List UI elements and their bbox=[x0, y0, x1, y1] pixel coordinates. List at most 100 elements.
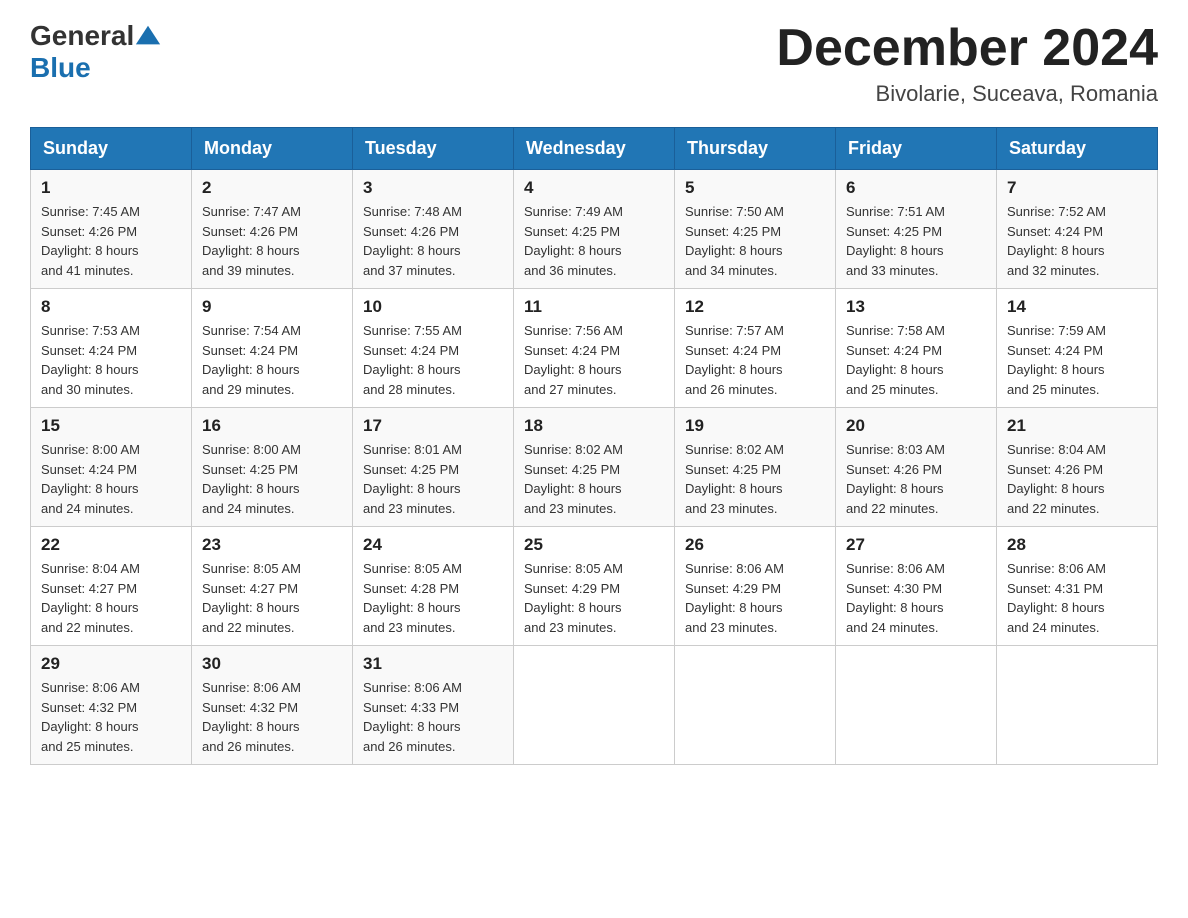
day-info: Sunrise: 8:02 AMSunset: 4:25 PMDaylight:… bbox=[524, 442, 623, 516]
day-info: Sunrise: 7:50 AMSunset: 4:25 PMDaylight:… bbox=[685, 204, 784, 278]
table-row: 2 Sunrise: 7:47 AMSunset: 4:26 PMDayligh… bbox=[192, 170, 353, 289]
day-number: 25 bbox=[524, 535, 664, 555]
day-number: 11 bbox=[524, 297, 664, 317]
day-number: 2 bbox=[202, 178, 342, 198]
col-thursday: Thursday bbox=[675, 128, 836, 170]
location-subtitle: Bivolarie, Suceava, Romania bbox=[776, 81, 1158, 107]
day-info: Sunrise: 8:06 AMSunset: 4:33 PMDaylight:… bbox=[363, 680, 462, 754]
table-row: 26 Sunrise: 8:06 AMSunset: 4:29 PMDaylig… bbox=[675, 527, 836, 646]
day-info: Sunrise: 7:53 AMSunset: 4:24 PMDaylight:… bbox=[41, 323, 140, 397]
day-info: Sunrise: 8:06 AMSunset: 4:30 PMDaylight:… bbox=[846, 561, 945, 635]
day-number: 7 bbox=[1007, 178, 1147, 198]
table-row: 17 Sunrise: 8:01 AMSunset: 4:25 PMDaylig… bbox=[353, 408, 514, 527]
day-info: Sunrise: 8:05 AMSunset: 4:27 PMDaylight:… bbox=[202, 561, 301, 635]
table-row: 5 Sunrise: 7:50 AMSunset: 4:25 PMDayligh… bbox=[675, 170, 836, 289]
day-number: 8 bbox=[41, 297, 181, 317]
table-row: 6 Sunrise: 7:51 AMSunset: 4:25 PMDayligh… bbox=[836, 170, 997, 289]
day-info: Sunrise: 8:06 AMSunset: 4:29 PMDaylight:… bbox=[685, 561, 784, 635]
table-row: 13 Sunrise: 7:58 AMSunset: 4:24 PMDaylig… bbox=[836, 289, 997, 408]
day-number: 6 bbox=[846, 178, 986, 198]
day-info: Sunrise: 7:56 AMSunset: 4:24 PMDaylight:… bbox=[524, 323, 623, 397]
table-row: 14 Sunrise: 7:59 AMSunset: 4:24 PMDaylig… bbox=[997, 289, 1158, 408]
logo-icon bbox=[134, 22, 162, 50]
table-row: 31 Sunrise: 8:06 AMSunset: 4:33 PMDaylig… bbox=[353, 646, 514, 765]
day-info: Sunrise: 8:02 AMSunset: 4:25 PMDaylight:… bbox=[685, 442, 784, 516]
day-info: Sunrise: 7:57 AMSunset: 4:24 PMDaylight:… bbox=[685, 323, 784, 397]
calendar-table: Sunday Monday Tuesday Wednesday Thursday… bbox=[30, 127, 1158, 765]
day-number: 15 bbox=[41, 416, 181, 436]
header-row: Sunday Monday Tuesday Wednesday Thursday… bbox=[31, 128, 1158, 170]
table-row: 15 Sunrise: 8:00 AMSunset: 4:24 PMDaylig… bbox=[31, 408, 192, 527]
calendar-week-row: 8 Sunrise: 7:53 AMSunset: 4:24 PMDayligh… bbox=[31, 289, 1158, 408]
day-number: 9 bbox=[202, 297, 342, 317]
table-row bbox=[997, 646, 1158, 765]
day-number: 16 bbox=[202, 416, 342, 436]
table-row: 16 Sunrise: 8:00 AMSunset: 4:25 PMDaylig… bbox=[192, 408, 353, 527]
logo: General Blue bbox=[30, 20, 162, 84]
day-info: Sunrise: 7:47 AMSunset: 4:26 PMDaylight:… bbox=[202, 204, 301, 278]
day-number: 3 bbox=[363, 178, 503, 198]
table-row: 19 Sunrise: 8:02 AMSunset: 4:25 PMDaylig… bbox=[675, 408, 836, 527]
logo-general: General bbox=[30, 20, 134, 52]
table-row: 18 Sunrise: 8:02 AMSunset: 4:25 PMDaylig… bbox=[514, 408, 675, 527]
day-info: Sunrise: 7:58 AMSunset: 4:24 PMDaylight:… bbox=[846, 323, 945, 397]
table-row: 23 Sunrise: 8:05 AMSunset: 4:27 PMDaylig… bbox=[192, 527, 353, 646]
day-number: 1 bbox=[41, 178, 181, 198]
day-number: 20 bbox=[846, 416, 986, 436]
day-info: Sunrise: 8:06 AMSunset: 4:32 PMDaylight:… bbox=[202, 680, 301, 754]
table-row bbox=[836, 646, 997, 765]
table-row: 12 Sunrise: 7:57 AMSunset: 4:24 PMDaylig… bbox=[675, 289, 836, 408]
col-sunday: Sunday bbox=[31, 128, 192, 170]
day-number: 14 bbox=[1007, 297, 1147, 317]
table-row: 21 Sunrise: 8:04 AMSunset: 4:26 PMDaylig… bbox=[997, 408, 1158, 527]
calendar-week-row: 15 Sunrise: 8:00 AMSunset: 4:24 PMDaylig… bbox=[31, 408, 1158, 527]
col-wednesday: Wednesday bbox=[514, 128, 675, 170]
table-row bbox=[514, 646, 675, 765]
table-row: 20 Sunrise: 8:03 AMSunset: 4:26 PMDaylig… bbox=[836, 408, 997, 527]
day-number: 22 bbox=[41, 535, 181, 555]
table-row bbox=[675, 646, 836, 765]
col-friday: Friday bbox=[836, 128, 997, 170]
day-number: 18 bbox=[524, 416, 664, 436]
col-saturday: Saturday bbox=[997, 128, 1158, 170]
title-area: December 2024 Bivolarie, Suceava, Romani… bbox=[776, 20, 1158, 107]
logo-blue: Blue bbox=[30, 52, 91, 84]
table-row: 24 Sunrise: 8:05 AMSunset: 4:28 PMDaylig… bbox=[353, 527, 514, 646]
day-number: 12 bbox=[685, 297, 825, 317]
calendar-week-row: 29 Sunrise: 8:06 AMSunset: 4:32 PMDaylig… bbox=[31, 646, 1158, 765]
day-number: 10 bbox=[363, 297, 503, 317]
calendar-week-row: 1 Sunrise: 7:45 AMSunset: 4:26 PMDayligh… bbox=[31, 170, 1158, 289]
table-row: 27 Sunrise: 8:06 AMSunset: 4:30 PMDaylig… bbox=[836, 527, 997, 646]
col-monday: Monday bbox=[192, 128, 353, 170]
day-info: Sunrise: 7:55 AMSunset: 4:24 PMDaylight:… bbox=[363, 323, 462, 397]
day-info: Sunrise: 7:51 AMSunset: 4:25 PMDaylight:… bbox=[846, 204, 945, 278]
day-info: Sunrise: 8:05 AMSunset: 4:29 PMDaylight:… bbox=[524, 561, 623, 635]
day-info: Sunrise: 7:54 AMSunset: 4:24 PMDaylight:… bbox=[202, 323, 301, 397]
table-row: 29 Sunrise: 8:06 AMSunset: 4:32 PMDaylig… bbox=[31, 646, 192, 765]
day-number: 23 bbox=[202, 535, 342, 555]
day-info: Sunrise: 8:04 AMSunset: 4:27 PMDaylight:… bbox=[41, 561, 140, 635]
day-info: Sunrise: 7:48 AMSunset: 4:26 PMDaylight:… bbox=[363, 204, 462, 278]
day-info: Sunrise: 8:04 AMSunset: 4:26 PMDaylight:… bbox=[1007, 442, 1106, 516]
day-info: Sunrise: 8:06 AMSunset: 4:32 PMDaylight:… bbox=[41, 680, 140, 754]
day-number: 30 bbox=[202, 654, 342, 674]
day-number: 19 bbox=[685, 416, 825, 436]
calendar-week-row: 22 Sunrise: 8:04 AMSunset: 4:27 PMDaylig… bbox=[31, 527, 1158, 646]
day-number: 17 bbox=[363, 416, 503, 436]
month-title: December 2024 bbox=[776, 20, 1158, 77]
table-row: 8 Sunrise: 7:53 AMSunset: 4:24 PMDayligh… bbox=[31, 289, 192, 408]
day-info: Sunrise: 8:06 AMSunset: 4:31 PMDaylight:… bbox=[1007, 561, 1106, 635]
day-info: Sunrise: 8:03 AMSunset: 4:26 PMDaylight:… bbox=[846, 442, 945, 516]
day-number: 4 bbox=[524, 178, 664, 198]
table-row: 1 Sunrise: 7:45 AMSunset: 4:26 PMDayligh… bbox=[31, 170, 192, 289]
col-tuesday: Tuesday bbox=[353, 128, 514, 170]
day-number: 24 bbox=[363, 535, 503, 555]
table-row: 9 Sunrise: 7:54 AMSunset: 4:24 PMDayligh… bbox=[192, 289, 353, 408]
day-info: Sunrise: 7:52 AMSunset: 4:24 PMDaylight:… bbox=[1007, 204, 1106, 278]
day-number: 31 bbox=[363, 654, 503, 674]
day-info: Sunrise: 7:49 AMSunset: 4:25 PMDaylight:… bbox=[524, 204, 623, 278]
table-row: 28 Sunrise: 8:06 AMSunset: 4:31 PMDaylig… bbox=[997, 527, 1158, 646]
day-number: 5 bbox=[685, 178, 825, 198]
day-info: Sunrise: 7:45 AMSunset: 4:26 PMDaylight:… bbox=[41, 204, 140, 278]
day-info: Sunrise: 8:00 AMSunset: 4:24 PMDaylight:… bbox=[41, 442, 140, 516]
